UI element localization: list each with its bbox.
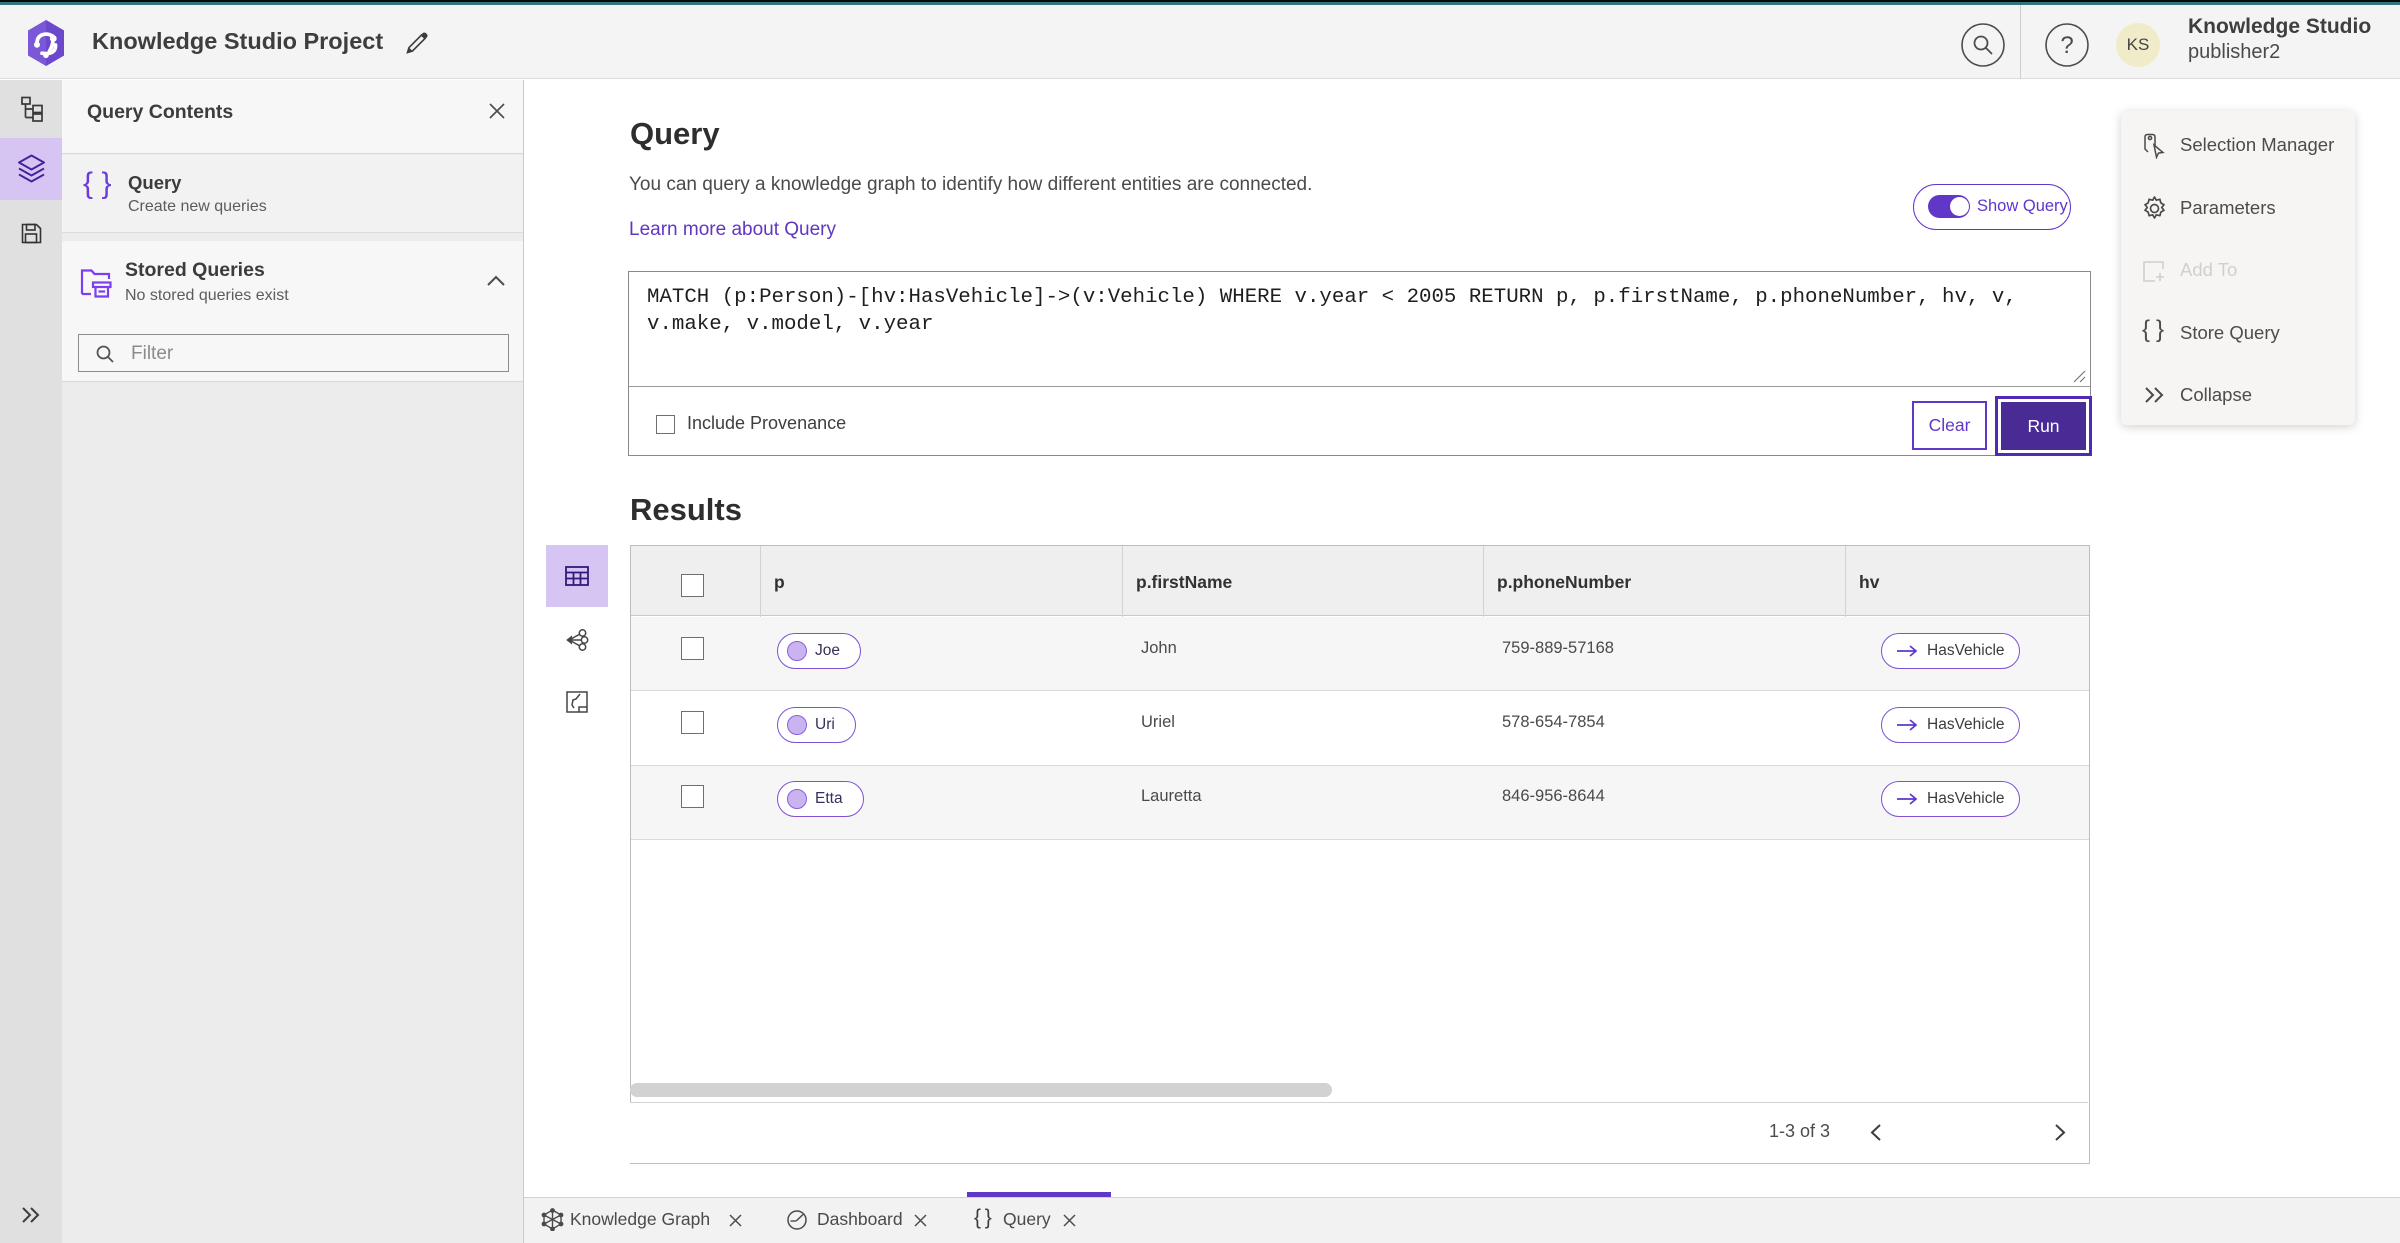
svg-text:?: ? [2060, 32, 2073, 59]
